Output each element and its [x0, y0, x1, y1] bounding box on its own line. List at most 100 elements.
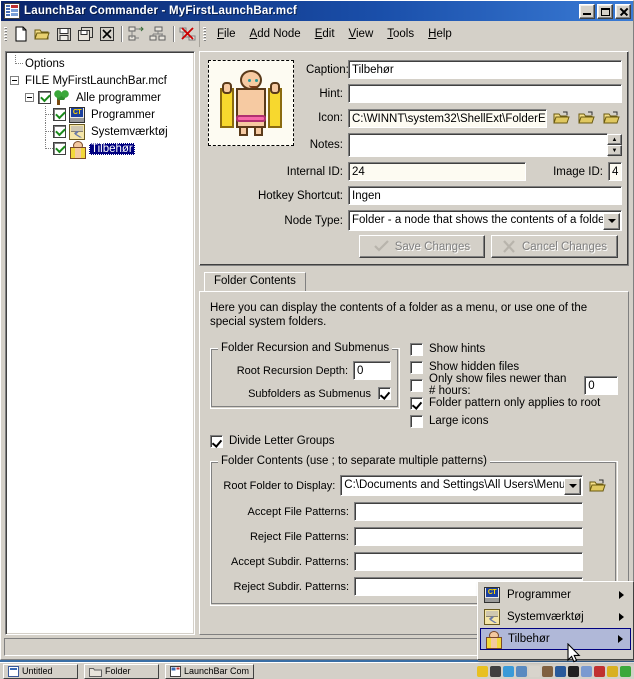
toolbar-separator-2: [172, 26, 175, 42]
large-icons-row[interactable]: Large icons: [410, 412, 618, 430]
hint-input[interactable]: [348, 84, 622, 103]
internal-id-input[interactable]: 24: [348, 162, 526, 181]
root-recursion-depth-input[interactable]: 0: [353, 361, 391, 380]
show-hints-row[interactable]: Show hints: [410, 340, 618, 358]
delete-node-icon[interactable]: [178, 23, 199, 45]
tray-icon-3[interactable]: [503, 665, 514, 677]
only-newer-files-hours-input[interactable]: 0: [584, 375, 618, 395]
subfolders-as-submenus-checkbox[interactable]: [378, 387, 391, 400]
tray-icon-9[interactable]: [581, 665, 592, 677]
chevron-down-icon[interactable]: [603, 212, 620, 230]
open-folder-icon[interactable]: [32, 23, 53, 45]
show-hints-checkbox[interactable]: [410, 342, 423, 356]
tree-item-tilbehor[interactable]: Tilbehør: [8, 140, 192, 159]
browse-icon-button-2[interactable]: [575, 108, 597, 128]
add-node-icon[interactable]: [126, 23, 147, 45]
tree-item-programmer[interactable]: Programmer: [8, 106, 192, 123]
hotkey-shortcut-input[interactable]: Ingen: [348, 186, 622, 205]
only-newer-files-row[interactable]: Only show files newer than # hours: 0: [410, 373, 618, 397]
divide-letter-groups-checkbox[interactable]: [210, 434, 223, 448]
notes-input[interactable]: [348, 133, 608, 157]
cancel-changes-button[interactable]: Cancel Changes: [490, 235, 618, 258]
node-tree-icon[interactable]: [148, 23, 169, 45]
expander-icon[interactable]: [25, 93, 34, 102]
node-properties-panel: Caption: Tilbehør Hint: Icon: C:\WINNT\s…: [199, 51, 629, 266]
save-changes-button[interactable]: Save Changes: [358, 235, 485, 258]
popup-item-label: Tilbehør: [508, 633, 550, 645]
tree-checkbox[interactable]: [53, 125, 66, 138]
tray-icon-4[interactable]: [516, 665, 527, 677]
image-id-label: Image ID:: [553, 165, 603, 178]
reject-file-patterns-input[interactable]: [354, 527, 583, 546]
doll-icon-preview[interactable]: [208, 60, 294, 146]
node-type-select[interactable]: Folder - a node that shows the contents …: [352, 211, 603, 230]
menu-add-node[interactable]: Add Node: [243, 25, 308, 43]
menu-edit[interactable]: Edit: [308, 25, 342, 43]
toolbar-separator-1: [121, 26, 124, 42]
node-tree-panel[interactable]: Options FILE MyFirstLaunchBar.mcf Alle p…: [5, 51, 195, 635]
taskbar-item-2[interactable]: Folder: [84, 663, 159, 679]
folder-pattern-root-checkbox[interactable]: [410, 396, 423, 410]
tray-icon-8[interactable]: [568, 665, 579, 677]
maximize-button[interactable]: [597, 3, 613, 19]
show-hidden-files-checkbox[interactable]: [410, 360, 423, 374]
tray-icon-10[interactable]: [594, 665, 605, 677]
save-all-button[interactable]: [75, 23, 96, 45]
tree-item-alle-programmer[interactable]: Alle programmer: [8, 89, 192, 106]
tree-item-label: Alle programmer: [76, 91, 161, 104]
tree-item-file[interactable]: FILE MyFirstLaunchBar.mcf: [8, 72, 192, 89]
popup-item-tilbehor[interactable]: Tilbehør: [480, 628, 631, 650]
notes-spinner-up[interactable]: ▲: [607, 134, 622, 145]
large-icons-checkbox[interactable]: [410, 414, 423, 428]
taskbar-item-3[interactable]: LaunchBar Com: [165, 663, 255, 679]
menu-help[interactable]: Help: [421, 25, 459, 43]
accept-subdir-patterns-input[interactable]: [354, 552, 583, 571]
browse-root-folder-button[interactable]: [586, 476, 608, 496]
accept-file-patterns-input[interactable]: [354, 502, 583, 521]
popup-item-programmer[interactable]: Programmer: [480, 584, 631, 606]
tree-checkbox[interactable]: [38, 91, 51, 104]
caption-input[interactable]: Tilbehør: [348, 60, 622, 79]
tray-icon-2[interactable]: [490, 665, 501, 677]
browse-icon-button-3[interactable]: [600, 108, 622, 128]
new-file-button[interactable]: [11, 23, 32, 45]
menu-file[interactable]: File: [210, 25, 243, 43]
tree-checkbox[interactable]: [53, 142, 66, 155]
tray-icon-11[interactable]: [607, 665, 618, 677]
internal-id-label: Internal ID:: [286, 165, 343, 178]
tree-checkbox[interactable]: [53, 108, 66, 121]
tree-item-systemvaerktoj[interactable]: Systemværktøj: [8, 123, 192, 140]
tray-icon-1[interactable]: [477, 665, 488, 677]
taskbar-item-1[interactable]: Untitled: [3, 663, 78, 679]
tray-icon-7[interactable]: [555, 665, 566, 677]
submenu-arrow-icon: [619, 613, 624, 621]
tray-icon-12[interactable]: [620, 665, 631, 677]
menubar-grip[interactable]: [203, 26, 206, 42]
toolbar-grip[interactable]: [4, 26, 7, 42]
image-id-input[interactable]: 4: [607, 162, 622, 181]
minimize-button[interactable]: [579, 3, 595, 19]
window-title: LaunchBar Commander - MyFirstLaunchBar.m…: [24, 5, 297, 17]
root-folder-combo[interactable]: C:\Documents and Settings\All Users\Menu…: [344, 476, 564, 495]
expander-icon[interactable]: [10, 76, 19, 85]
tree-item-options[interactable]: Options: [8, 55, 192, 72]
divide-letter-groups-row[interactable]: Divide Letter Groups: [210, 432, 618, 450]
tab-folder-contents[interactable]: Folder Contents: [204, 272, 306, 292]
popup-item-systemvaerktoj[interactable]: Systemværktøj: [480, 606, 631, 628]
notes-spinner[interactable]: ▲ ▼: [607, 134, 622, 156]
browse-icon-button-1[interactable]: [550, 108, 572, 128]
menu-view[interactable]: View: [342, 25, 381, 43]
close-file-button[interactable]: [97, 23, 118, 45]
tray-icon-5[interactable]: [529, 665, 540, 677]
menu-tools[interactable]: Tools: [380, 25, 421, 43]
folder-pattern-root-row[interactable]: Folder pattern only applies to root: [410, 394, 618, 412]
save-file-button[interactable]: [54, 23, 75, 45]
icon-path-input[interactable]: C:\WINNT\system32\ShellExt\FolderExt.dll…: [348, 108, 547, 128]
launchbar-popup-menu[interactable]: Programmer Systemværktøj Tilbehør: [477, 581, 634, 660]
chevron-down-icon[interactable]: [564, 477, 581, 495]
close-button[interactable]: [615, 3, 631, 19]
tray-icon-6[interactable]: [542, 665, 553, 677]
only-newer-files-checkbox[interactable]: [410, 378, 423, 392]
notes-spinner-down[interactable]: ▼: [607, 145, 622, 156]
accept-file-patterns-label: Accept File Patterns:: [247, 505, 350, 518]
